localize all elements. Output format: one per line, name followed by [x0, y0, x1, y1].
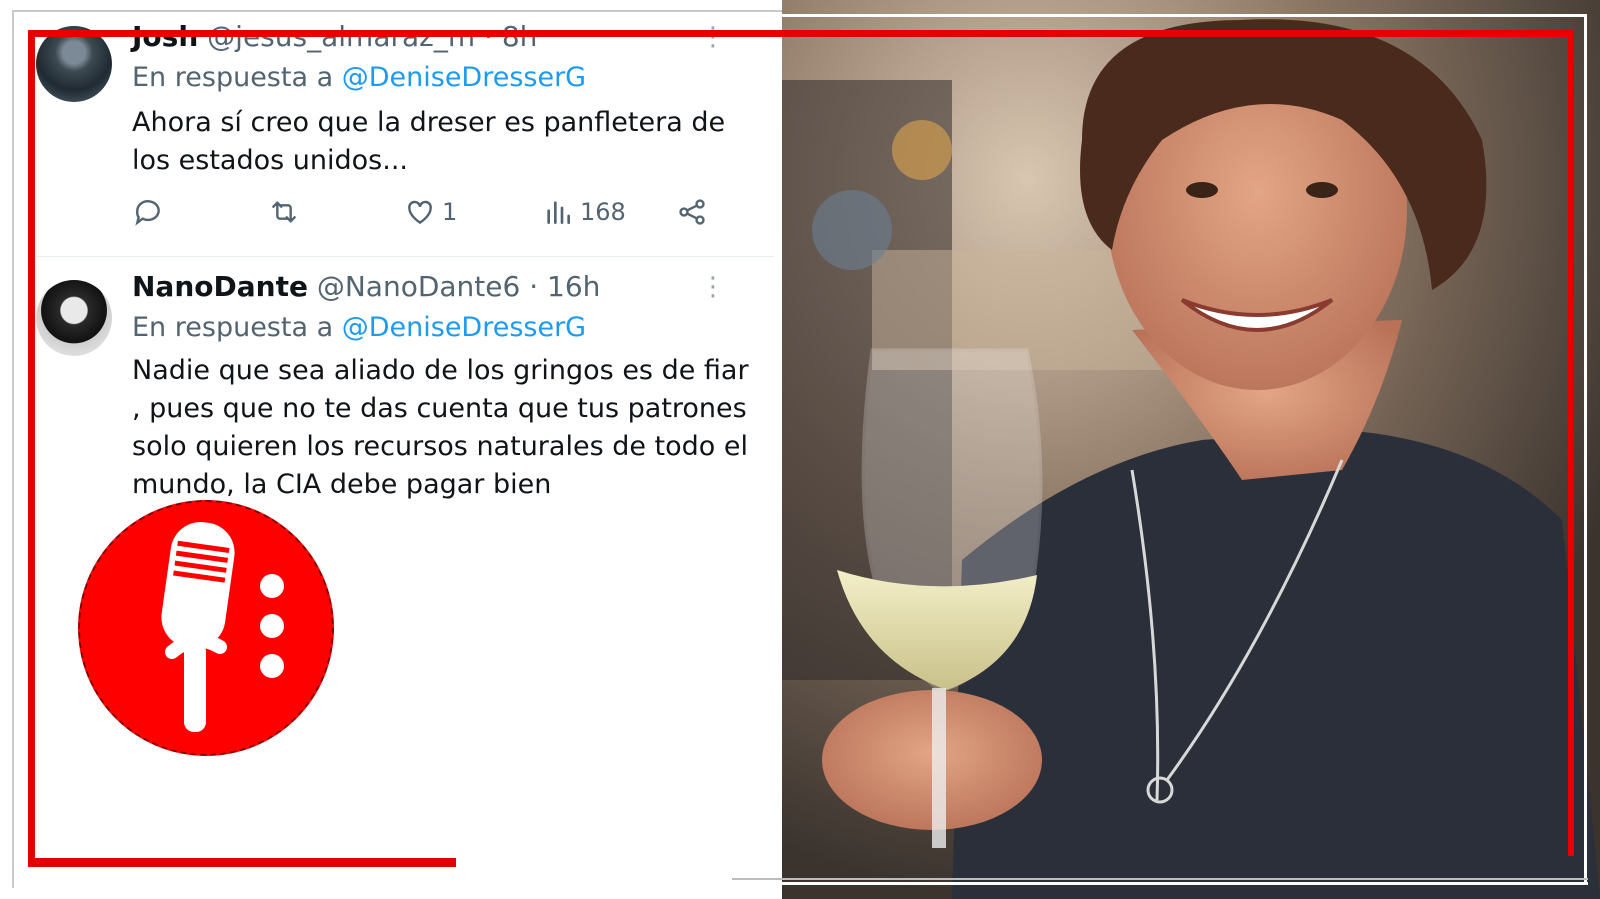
frame-border	[782, 14, 1586, 17]
display-name[interactable]: NanoDante	[132, 270, 308, 303]
like-button[interactable]: 1	[404, 196, 457, 228]
avatar[interactable]	[36, 26, 112, 102]
reply-prefix: En respuesta a	[132, 62, 334, 93]
microphone-logo	[78, 500, 334, 756]
frame-border	[732, 882, 1588, 885]
tweet[interactable]: Josh @jesus_almaraz_m · 8h ⋮ En respuest…	[36, 20, 774, 257]
photo-woman-with-wine-glass	[782, 0, 1600, 899]
avatar[interactable]	[36, 280, 112, 356]
reply-button[interactable]	[132, 196, 164, 228]
view-count: 168	[580, 198, 626, 226]
reply-context: En respuesta a @DeniseDresserG	[132, 62, 586, 93]
photo-illustration	[782, 0, 1600, 899]
user-handle[interactable]: @NanoDante6	[317, 270, 520, 303]
border-line	[12, 10, 14, 888]
red-frame-border	[28, 30, 35, 864]
reply-icon	[135, 200, 160, 226]
frame-border	[1584, 14, 1587, 884]
share-icon	[679, 199, 705, 225]
tweet-header: NanoDante @NanoDante6 · 16h	[132, 270, 600, 303]
tweet-text: Ahora sí creo que la dreser es panfleter…	[132, 107, 726, 176]
timestamp[interactable]: · 16h	[529, 270, 600, 303]
retweet-button[interactable]	[268, 196, 300, 228]
tweet-text: Nadie que sea aliado de los gringos es d…	[132, 355, 749, 500]
tweet-actions: 1 168	[132, 196, 722, 236]
red-frame-border	[28, 858, 456, 867]
microphone-icon	[161, 522, 284, 732]
more-dots-icon[interactable]: ⋮	[700, 24, 726, 50]
more-dots-icon[interactable]: ⋮	[700, 274, 726, 300]
frame-border	[732, 878, 1588, 880]
reply-prefix: En respuesta a	[132, 312, 334, 343]
retweet-icon	[272, 201, 296, 223]
reply-context: En respuesta a @DeniseDresserG	[132, 312, 586, 343]
views-icon	[547, 201, 570, 224]
red-frame-border	[1568, 30, 1574, 856]
share-button[interactable]	[676, 196, 708, 228]
mention-link[interactable]: @DeniseDresserG	[342, 62, 586, 93]
views-button[interactable]: 168	[542, 196, 626, 228]
red-frame-border	[28, 30, 1574, 37]
border-line	[12, 10, 782, 12]
like-count: 1	[442, 198, 458, 226]
mention-link[interactable]: @DeniseDresserG	[342, 312, 586, 343]
heart-icon	[408, 200, 432, 225]
tweet-panel: Josh @jesus_almaraz_m · 8h ⋮ En respuest…	[0, 0, 782, 899]
